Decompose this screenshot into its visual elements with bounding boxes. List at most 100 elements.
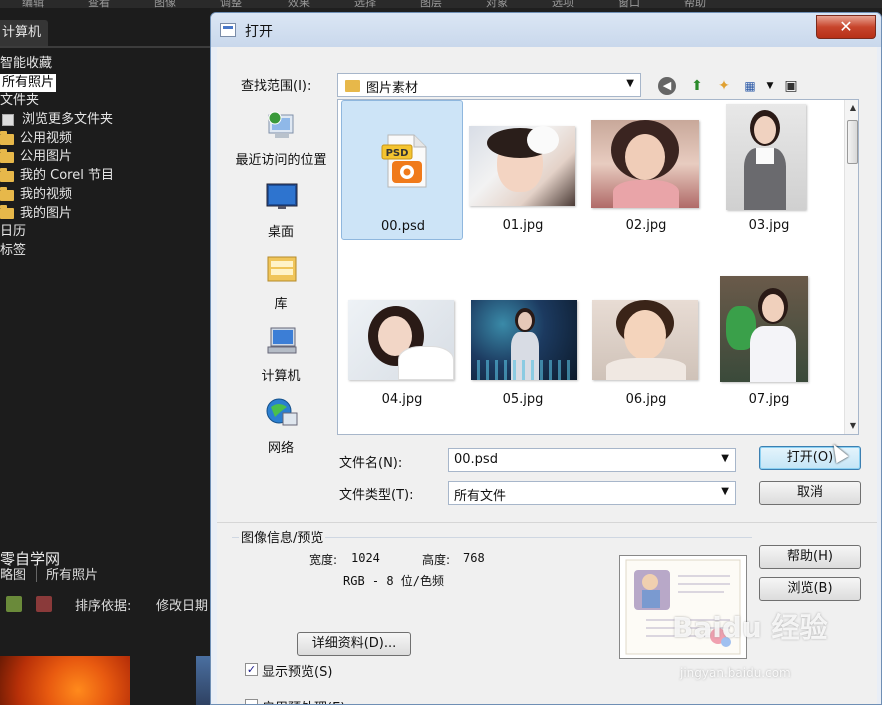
folder-icon	[0, 205, 14, 220]
scroll-up-icon[interactable]: ▲	[845, 100, 858, 116]
file-item-01-jpg[interactable]: 01.jpg	[462, 100, 584, 240]
tree-item-browse-more[interactable]: 浏览更多文件夹	[0, 111, 210, 130]
tree-item-all-photos[interactable]: 所有照片	[0, 73, 210, 93]
filename-input[interactable]: 00.psd ▼	[448, 448, 736, 472]
view-menu-button[interactable]: ▦	[740, 77, 760, 95]
chevron-down-icon: ▼	[721, 486, 729, 497]
file-item-02-jpg[interactable]: 02.jpg	[585, 100, 707, 240]
folder-icon	[0, 186, 14, 201]
tree-item-folders[interactable]: 文件夹	[0, 92, 210, 111]
details-button[interactable]: 详细资料(D)...	[297, 632, 411, 656]
tree-item-corel-shows[interactable]: 我的 Corel 节目	[0, 167, 210, 186]
place-libraries[interactable]: 库	[231, 253, 331, 323]
new-folder-icon: ✦	[718, 78, 730, 94]
tab-separator	[36, 566, 37, 582]
file-item-03-jpg[interactable]: 03.jpg	[708, 100, 830, 240]
watermark-logo: Baidu 经验	[672, 611, 828, 644]
tree-item-public-videos[interactable]: 公用视频	[0, 130, 210, 149]
browse-button[interactable]: 浏览(B)	[759, 577, 861, 601]
folder-icon	[0, 167, 14, 182]
desktop-icon	[266, 183, 298, 209]
tab-divider	[0, 46, 210, 48]
place-desktop[interactable]: 桌面	[231, 181, 331, 251]
view-menu-dropdown[interactable]: ▼	[760, 77, 780, 95]
bg-menu-item[interactable]: 选项	[552, 0, 574, 8]
preprocess-label[interactable]: 启用预处理(E)	[262, 697, 345, 704]
image-add-icon[interactable]	[6, 596, 22, 612]
show-preview-checkbox[interactable]: ✓	[245, 663, 258, 676]
width-label: 宽度:	[309, 553, 338, 567]
look-in-label: 查找范围(I):	[241, 79, 312, 94]
folder-tree: 智能收藏 所有照片 文件夹 浏览更多文件夹 公用视频 公用图片 我的 Corel…	[0, 55, 210, 261]
file-name: 05.jpg	[502, 392, 544, 407]
file-list-view: PSD 00.psd 01.jpg 02.jpg 03.jpg 04.jpg 0…	[337, 99, 859, 435]
open-button[interactable]: 打开(O)	[759, 446, 861, 470]
bg-menu-item[interactable]: 图层	[420, 0, 442, 8]
place-network[interactable]: 网络	[231, 397, 331, 467]
file-item-06-jpg[interactable]: 06.jpg	[585, 274, 707, 414]
file-item-04-jpg[interactable]: 04.jpg	[341, 274, 463, 414]
new-folder-button[interactable]: ✦	[714, 77, 734, 95]
help-button[interactable]: 帮助(H)	[759, 545, 861, 569]
libraries-icon	[267, 256, 297, 282]
network-icon	[266, 398, 298, 426]
scroll-down-icon[interactable]: ▼	[845, 418, 858, 434]
bg-menu-item[interactable]: 对象	[486, 0, 508, 8]
thumbnail-flower[interactable]	[0, 656, 130, 705]
filetype-select[interactable]: 所有文件 ▼	[448, 481, 736, 505]
file-item-00-psd[interactable]: PSD 00.psd	[341, 100, 463, 240]
folder-options-button[interactable]: ▣	[781, 77, 801, 95]
psd-file-icon: PSD	[381, 134, 427, 188]
view-tabs: 略图 所有照片	[0, 564, 210, 584]
preprocess-checkbox[interactable]	[245, 699, 258, 704]
bg-menu-item[interactable]: 帮助	[684, 0, 706, 8]
image-thumbnail	[469, 126, 575, 206]
sort-value[interactable]: 修改日期	[156, 595, 208, 614]
sort-label: 排序依据:	[75, 599, 132, 614]
file-list-scrollbar[interactable]: ▲ ▼	[844, 100, 858, 434]
tab-thumbnails[interactable]: 略图	[0, 564, 26, 583]
tab-all-photos[interactable]: 所有照片	[46, 564, 98, 583]
file-name: 02.jpg	[625, 218, 667, 233]
bg-menu-item[interactable]: 图像	[154, 0, 176, 8]
view-grid-icon: ▦	[744, 79, 756, 93]
back-button[interactable]: ◀	[658, 77, 676, 95]
background-navigation-panel: 计算机 智能收藏 所有照片 文件夹 浏览更多文件夹 公用视频 公用图片 我的 C…	[0, 8, 210, 705]
file-name: 01.jpg	[502, 218, 544, 233]
bg-menu-item[interactable]: 编辑	[22, 0, 44, 8]
look-in-combo[interactable]: 图片素材 ▼	[337, 73, 641, 97]
tree-item-my-pictures[interactable]: 我的图片	[0, 205, 210, 224]
computer-tab[interactable]: 计算机	[0, 20, 48, 46]
file-name: 06.jpg	[625, 392, 667, 407]
place-computer[interactable]: 计算机	[231, 325, 331, 395]
places-bar: 最近访问的位置 桌面 库 计算机 网络	[231, 107, 331, 467]
up-folder-button[interactable]: ⬆	[687, 77, 707, 95]
close-button[interactable]: ✕	[816, 15, 876, 39]
cancel-button[interactable]: 取消	[759, 481, 861, 505]
file-name: 00.psd	[381, 219, 425, 234]
tree-item-public-pictures[interactable]: 公用图片	[0, 148, 210, 167]
open-dialog: 打开 ✕ 查找范围(I): 图片素材 ▼ ◀ ⬆ ✦ ▦ ▼ ▣ 最近访问的位置	[210, 12, 882, 705]
place-recent[interactable]: 最近访问的位置	[231, 109, 331, 179]
tree-item-my-videos[interactable]: 我的视频	[0, 186, 210, 205]
chevron-down-icon[interactable]: ▼	[721, 453, 729, 464]
thumbnail-partial[interactable]	[196, 656, 210, 705]
file-item-05-jpg[interactable]: 05.jpg	[462, 274, 584, 414]
bg-menu-item[interactable]: 选择	[354, 0, 376, 8]
tree-item-tags[interactable]: 标签	[0, 242, 210, 261]
bg-menu-item[interactable]: 窗口	[618, 0, 640, 8]
file-item-07-jpg[interactable]: 07.jpg	[708, 274, 830, 414]
place-label: 计算机	[261, 369, 301, 384]
bg-menu-item[interactable]: 效果	[288, 0, 310, 8]
scroll-thumb[interactable]	[847, 120, 858, 164]
tree-item-smart-collections[interactable]: 智能收藏	[0, 55, 210, 74]
psd-badge: PSD	[386, 148, 409, 159]
show-preview-label[interactable]: 显示预览(S)	[262, 661, 332, 680]
image-remove-icon[interactable]	[36, 596, 52, 612]
tree-item-calendar[interactable]: 日历	[0, 223, 210, 242]
place-label: 网络	[267, 441, 294, 456]
dialog-titlebar[interactable]: 打开 ✕	[211, 13, 881, 47]
bg-menu-item[interactable]: 查看	[88, 0, 110, 8]
bg-menu-item[interactable]: 调整	[220, 0, 242, 8]
computer-icon	[267, 327, 297, 354]
